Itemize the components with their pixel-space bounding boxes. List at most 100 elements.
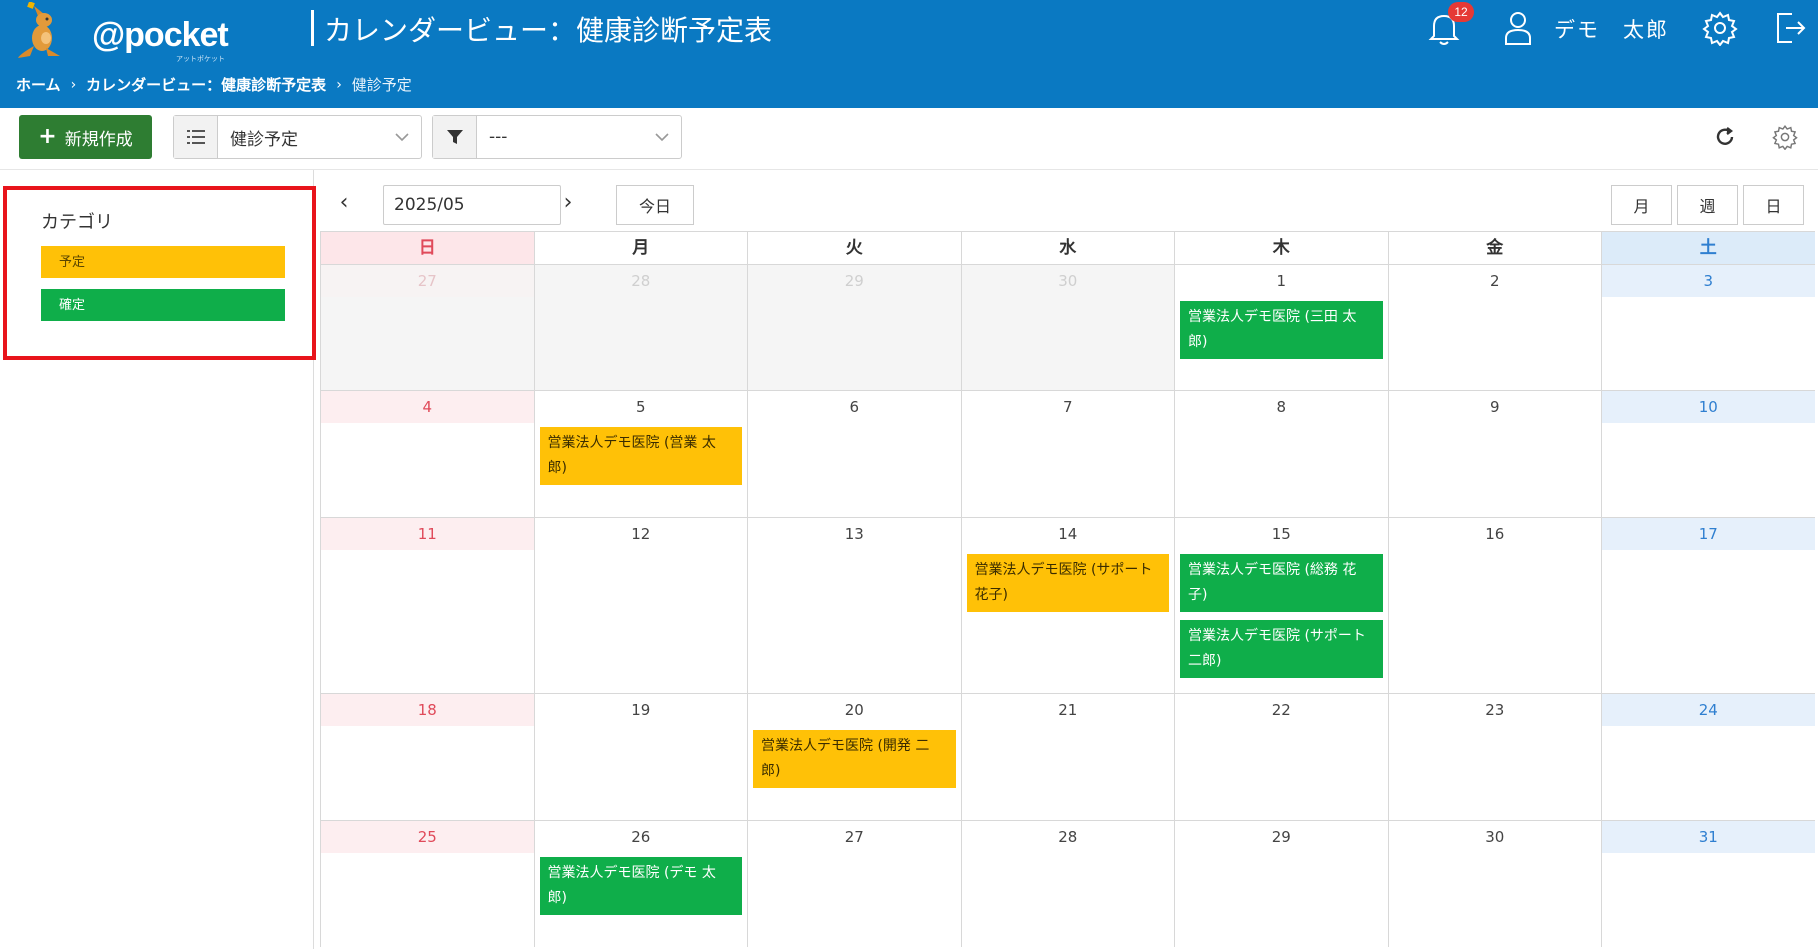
day-cell[interactable]: 6: [747, 391, 961, 517]
weekday-tue: 火: [747, 232, 961, 264]
weekday-fri: 金: [1387, 232, 1602, 264]
view-select-text: 健診予定: [230, 129, 298, 150]
day-number: 15: [1271, 525, 1291, 543]
breadcrumb-home[interactable]: ホーム: [16, 74, 61, 95]
calendar-nav: ‹ 2025/05 › 今日 月 週 日: [320, 176, 1818, 230]
day-cell[interactable]: 13: [747, 518, 961, 693]
day-cell[interactable]: 2: [1387, 265, 1602, 390]
user-name[interactable]: デモ 太郎: [1554, 14, 1669, 44]
calendar-event[interactable]: 営業法人デモ医院 (開発 二郎): [753, 730, 956, 788]
breadcrumb-calendar-view[interactable]: カレンダービュー：健康診断予定表: [86, 74, 326, 95]
breadcrumb-current: 健診予定: [351, 76, 412, 94]
day-number: 14: [1058, 525, 1078, 543]
day-cell[interactable]: 8: [1174, 391, 1388, 517]
day-cell[interactable]: 20 営業法人デモ医院 (開発 二郎): [747, 694, 961, 820]
logout-icon[interactable]: [1770, 8, 1810, 48]
list-icon: [174, 116, 218, 158]
category-chip-kakutei[interactable]: 確定: [41, 289, 285, 321]
day-cell[interactable]: 27: [747, 821, 961, 947]
day-cell[interactable]: 10: [1601, 391, 1815, 517]
app-header: @pocket アットポケット カレンダービュー：健康診断予定表 ホーム › カ…: [0, 0, 1818, 108]
day-number: 6: [849, 398, 860, 416]
day-cell[interactable]: 21: [960, 694, 1175, 820]
day-number: 10: [1602, 391, 1815, 423]
day-cell[interactable]: 16: [1387, 518, 1602, 693]
view-select[interactable]: 健診予定: [173, 115, 422, 159]
view-select-value[interactable]: 健診予定: [218, 116, 421, 158]
calendar-event[interactable]: 営業法人デモ医院 (デモ 太郎): [539, 857, 742, 915]
title-separator: [311, 10, 314, 46]
calendar-week: 27 28 29 30 1 営業法人デモ医院 (三田 太郎) 2 3: [320, 265, 1815, 391]
day-number: 16: [1485, 525, 1505, 543]
day-cell[interactable]: 3: [1601, 265, 1815, 390]
user-icon[interactable]: [1498, 8, 1538, 48]
today-button[interactable]: 今日: [616, 185, 694, 225]
day-cell[interactable]: 22: [1174, 694, 1388, 820]
day-cell[interactable]: 18: [320, 694, 534, 820]
new-create-button[interactable]: + 新規作成: [19, 115, 152, 159]
category-chip-yotei[interactable]: 予定: [41, 246, 285, 278]
calendar-event[interactable]: 営業法人デモ医院 (総務 花子): [1180, 554, 1383, 612]
day-cell[interactable]: 30: [1387, 821, 1602, 947]
day-cell[interactable]: 30: [960, 265, 1174, 390]
calendar-event[interactable]: 営業法人デモ医院 (三田 太郎): [1180, 301, 1383, 359]
day-number: 30: [1485, 828, 1505, 846]
chevron-right-icon: ›: [336, 76, 342, 93]
day-cell[interactable]: 25: [320, 821, 534, 947]
chevron-right-icon: ›: [70, 76, 77, 93]
day-cell[interactable]: 26 営業法人デモ医院 (デモ 太郎): [533, 821, 748, 947]
weekday-mon: 月: [533, 232, 748, 264]
settings-gear-icon[interactable]: [1700, 8, 1740, 48]
app-logo[interactable]: @pocket アットポケット: [16, 2, 236, 63]
month-input[interactable]: 2025/05: [383, 185, 561, 225]
prev-month-chevron-left-icon[interactable]: ‹: [326, 184, 362, 220]
view-week-button[interactable]: 週: [1677, 185, 1738, 225]
day-cell[interactable]: 28: [533, 265, 747, 390]
calendar-week: 18 19 20 営業法人デモ医院 (開発 二郎) 21 22 23 24: [320, 694, 1815, 821]
view-day-button[interactable]: 日: [1743, 185, 1804, 225]
day-number: 20: [844, 701, 864, 719]
day-cell[interactable]: 15 営業法人デモ医院 (総務 花子) 営業法人デモ医院 (サポート 二郎): [1174, 518, 1388, 693]
weekday-header-row: 日 月 火 水 木 金 土: [320, 231, 1815, 265]
calendar-event[interactable]: 営業法人デモ医院 (営業 太郎): [539, 427, 742, 485]
day-cell[interactable]: 7: [960, 391, 1175, 517]
day-cell[interactable]: 5 営業法人デモ医院 (営業 太郎): [533, 391, 748, 517]
day-number: 18: [321, 694, 534, 726]
day-cell[interactable]: 11: [320, 518, 534, 693]
day-number: 28: [1058, 828, 1078, 846]
day-number: 30: [1058, 272, 1078, 290]
day-cell[interactable]: 28: [960, 821, 1175, 947]
day-cell[interactable]: 4: [320, 391, 534, 517]
calendar-settings-gear-icon[interactable]: [1770, 122, 1800, 152]
day-cell[interactable]: 12: [533, 518, 748, 693]
day-number: 7: [1062, 398, 1073, 416]
day-number: 17: [1602, 518, 1815, 550]
filter-select[interactable]: ---: [432, 115, 682, 159]
day-cell[interactable]: 14 営業法人デモ医院 (サポート 花子): [960, 518, 1175, 693]
day-cell[interactable]: 9: [1387, 391, 1602, 517]
filter-select-value[interactable]: ---: [477, 116, 681, 158]
calendar-event[interactable]: 営業法人デモ医院 (サポート 花子): [966, 554, 1169, 612]
weekday-thu: 木: [1174, 232, 1388, 264]
day-cell[interactable]: 29: [747, 265, 961, 390]
calendar-event[interactable]: 営業法人デモ医院 (サポート 二郎): [1180, 620, 1383, 678]
day-number: 8: [1276, 398, 1287, 416]
day-cell[interactable]: 19: [533, 694, 748, 820]
day-cell[interactable]: 31: [1601, 821, 1815, 947]
day-cell[interactable]: 23: [1387, 694, 1602, 820]
day-cell[interactable]: 29: [1174, 821, 1388, 947]
plus-icon: +: [38, 124, 57, 149]
day-cell[interactable]: 17: [1601, 518, 1815, 693]
day-number: 2: [1489, 272, 1500, 290]
chevron-down-icon: [395, 133, 409, 142]
day-cell[interactable]: 1 営業法人デモ医院 (三田 太郎): [1174, 265, 1388, 390]
notification-count-badge: 12: [1448, 2, 1474, 22]
day-cell[interactable]: 27: [320, 265, 534, 390]
day-cell[interactable]: 24: [1601, 694, 1815, 820]
day-number: 27: [844, 828, 864, 846]
view-month-button[interactable]: 月: [1611, 185, 1672, 225]
breadcrumb: ホーム › カレンダービュー：健康診断予定表 › 健診予定: [16, 74, 412, 95]
next-month-chevron-right-icon[interactable]: ›: [550, 184, 586, 220]
refresh-icon[interactable]: [1710, 122, 1740, 152]
weekday-wed: 水: [960, 232, 1175, 264]
